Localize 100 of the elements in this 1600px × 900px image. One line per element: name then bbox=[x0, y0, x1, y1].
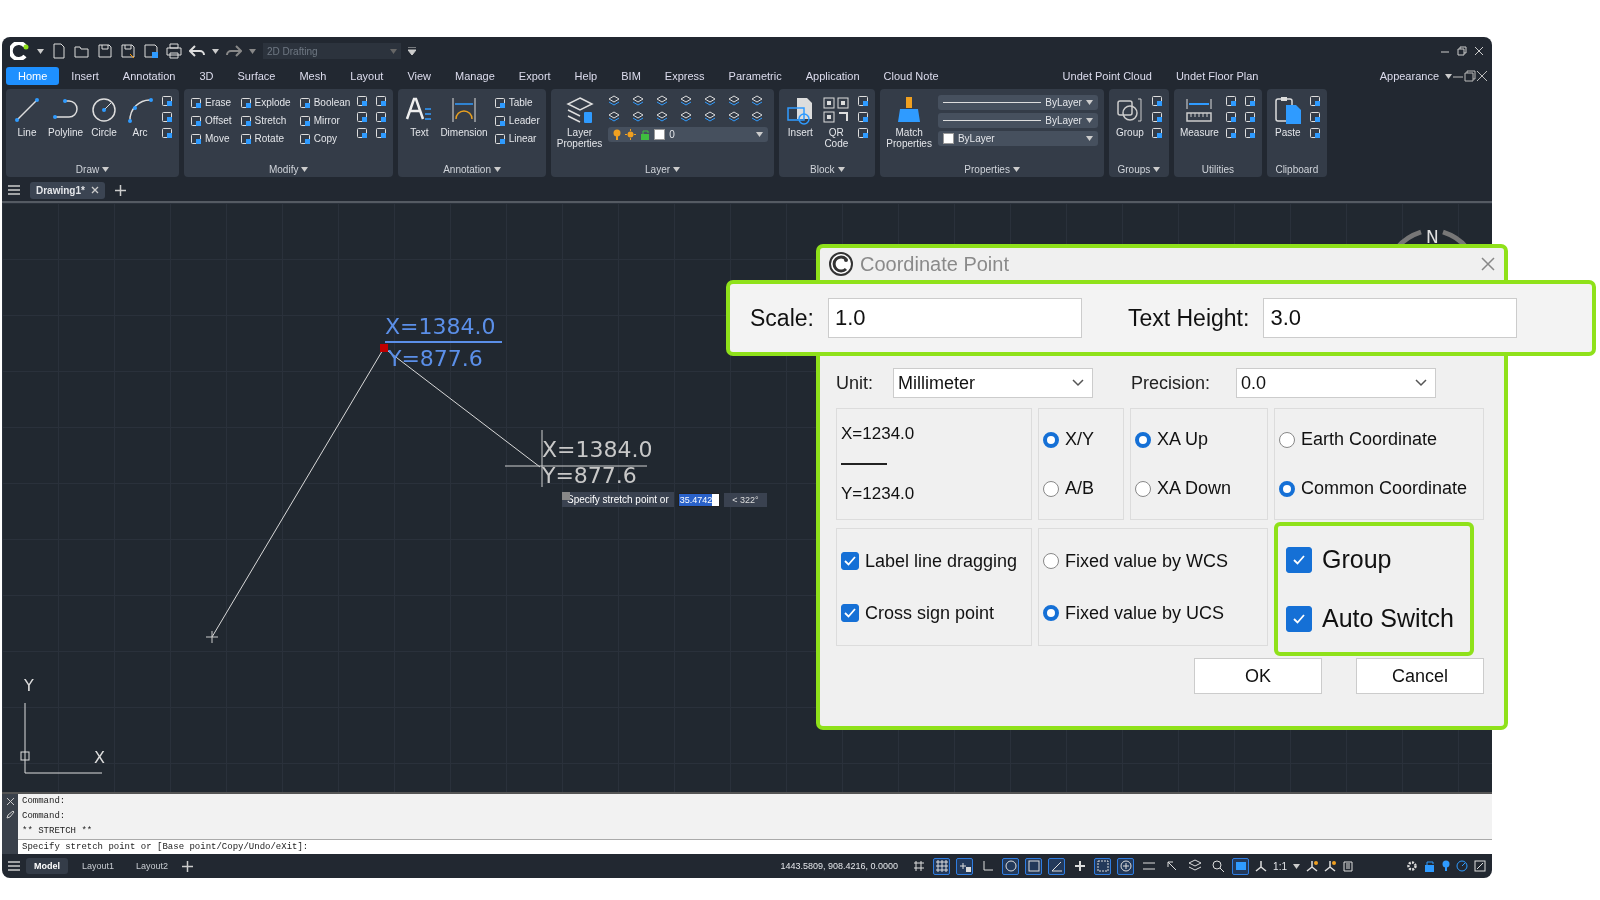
caret-icon[interactable] bbox=[1153, 166, 1161, 172]
tool-icon[interactable] bbox=[161, 95, 174, 107]
caret-icon[interactable] bbox=[837, 166, 845, 172]
radio-button[interactable] bbox=[1279, 431, 1295, 448]
caret-icon[interactable] bbox=[1293, 863, 1300, 869]
menu-tab[interactable]: Mesh bbox=[287, 67, 339, 85]
tool-icon[interactable] bbox=[375, 127, 388, 139]
save-icon[interactable] bbox=[97, 43, 113, 59]
tool-button[interactable]: Stretch bbox=[239, 113, 291, 128]
caret-icon[interactable] bbox=[756, 132, 764, 137]
restore-icon[interactable] bbox=[1464, 70, 1476, 82]
layers-icon[interactable] bbox=[632, 95, 645, 107]
radio-button[interactable] bbox=[1135, 480, 1151, 497]
tool-icon[interactable] bbox=[1150, 95, 1163, 107]
tool-button[interactable]: Boolean bbox=[298, 95, 351, 110]
tool-button[interactable]: QR Code bbox=[821, 95, 852, 149]
menu-tab[interactable]: Help bbox=[562, 67, 610, 85]
tool-button[interactable]: Circle bbox=[89, 95, 120, 138]
caret-icon[interactable] bbox=[212, 48, 219, 54]
caret-icon[interactable] bbox=[301, 166, 309, 172]
layers-icon[interactable] bbox=[703, 111, 716, 123]
tool-icon[interactable] bbox=[857, 111, 870, 123]
tool-icon[interactable] bbox=[1308, 127, 1321, 139]
tool-icon[interactable] bbox=[356, 111, 369, 123]
tool-button[interactable]: Group bbox=[1114, 95, 1145, 138]
dropdown[interactable]: Millimeter bbox=[893, 368, 1093, 398]
tool-button[interactable]: Layer Properties bbox=[556, 95, 603, 149]
text-field[interactable]: 3.0 bbox=[1263, 298, 1518, 338]
tool-icon[interactable] bbox=[356, 95, 369, 107]
menu-tab[interactable]: Undet Floor Plan bbox=[1163, 67, 1271, 85]
radio-option[interactable]: Fixed value by UCS bbox=[1043, 602, 1263, 624]
menu-tab[interactable]: Layout bbox=[338, 67, 396, 85]
tool-button[interactable]: Text bbox=[404, 95, 435, 138]
layers-icon[interactable] bbox=[656, 111, 669, 123]
folder-icon[interactable] bbox=[74, 43, 90, 59]
radio-option[interactable]: A/B bbox=[1043, 478, 1119, 499]
pencil-icon[interactable] bbox=[5, 810, 15, 819]
tool-icon[interactable] bbox=[1243, 95, 1256, 107]
menu-icon[interactable] bbox=[8, 861, 20, 871]
add-tab-icon[interactable] bbox=[182, 860, 194, 872]
menu-tab[interactable]: Cloud Note bbox=[871, 67, 951, 85]
annotation-scale[interactable]: 1:1 bbox=[1273, 860, 1287, 872]
tool-button[interactable]: Dimension bbox=[440, 95, 488, 138]
status-toggle[interactable] bbox=[1209, 857, 1227, 875]
caret-icon[interactable] bbox=[1012, 166, 1020, 172]
tool-button[interactable]: Linear bbox=[493, 131, 540, 146]
tool-button[interactable]: Line bbox=[12, 95, 42, 138]
menu-tab[interactable]: Annotation bbox=[110, 67, 188, 85]
layers-icon[interactable] bbox=[632, 111, 645, 123]
tool-button[interactable]: Erase bbox=[190, 95, 232, 110]
radio-button[interactable] bbox=[1135, 431, 1151, 448]
status-toggle[interactable] bbox=[1048, 857, 1066, 875]
caret-icon[interactable] bbox=[673, 166, 681, 172]
radio-button[interactable] bbox=[1043, 553, 1059, 569]
tool-icon[interactable] bbox=[375, 95, 388, 107]
radio-option[interactable]: XA Down bbox=[1135, 478, 1263, 499]
layers-icon[interactable] bbox=[679, 111, 692, 123]
checkbox-option[interactable]: Auto Switch bbox=[1286, 604, 1462, 633]
layers-icon[interactable] bbox=[656, 95, 669, 107]
tool-icon[interactable] bbox=[1243, 127, 1256, 139]
annotation-icon[interactable] bbox=[1255, 860, 1268, 872]
redo-icon[interactable] bbox=[226, 43, 242, 59]
menu-tab[interactable]: Surface bbox=[225, 67, 288, 85]
status-toggle[interactable] bbox=[956, 857, 974, 875]
status-toggle[interactable] bbox=[1117, 857, 1135, 875]
menu-tab[interactable]: Undet Point Cloud bbox=[1050, 67, 1164, 85]
tool-button[interactable]: Mirror bbox=[298, 113, 351, 128]
caret-icon[interactable] bbox=[37, 48, 44, 54]
add-tab-icon[interactable] bbox=[114, 184, 126, 196]
close-icon[interactable] bbox=[1476, 70, 1488, 82]
dialog-button[interactable]: Cancel bbox=[1356, 658, 1484, 694]
lock-icon[interactable] bbox=[1424, 860, 1436, 872]
tool-icon[interactable] bbox=[356, 127, 369, 139]
layers-icon[interactable] bbox=[608, 95, 621, 107]
dropdown[interactable]: ByLayer bbox=[937, 95, 1098, 110]
radio-button[interactable] bbox=[1043, 605, 1059, 621]
dialog-button[interactable]: OK bbox=[1194, 658, 1322, 694]
menu-tab[interactable]: Manage bbox=[443, 67, 507, 85]
status-toggle[interactable] bbox=[1232, 857, 1250, 875]
menu-tab[interactable]: Insert bbox=[59, 67, 111, 85]
close-icon[interactable] bbox=[90, 186, 99, 194]
caret-icon[interactable] bbox=[1085, 136, 1093, 141]
radio-option[interactable]: X/Y bbox=[1043, 429, 1119, 450]
layout-tab[interactable]: Layout1 bbox=[74, 858, 123, 874]
caret-icon[interactable] bbox=[1085, 118, 1093, 123]
bulb-icon[interactable] bbox=[1442, 860, 1450, 872]
tool-button[interactable]: Explode bbox=[239, 95, 291, 110]
distance-input[interactable]: 35.4742 bbox=[677, 492, 721, 507]
menu-tab[interactable]: Express bbox=[652, 67, 717, 85]
document-tab[interactable]: Drawing1* bbox=[30, 181, 105, 199]
annotation-icon[interactable] bbox=[1306, 860, 1318, 872]
menu-tab[interactable]: Parametric bbox=[716, 67, 794, 85]
tool-button[interactable]: Paste bbox=[1272, 95, 1303, 138]
menu-tab[interactable]: Application bbox=[793, 67, 872, 85]
checkbox-option[interactable]: Cross sign point bbox=[841, 602, 1027, 624]
tool-icon[interactable] bbox=[1224, 127, 1237, 139]
caret-icon[interactable] bbox=[249, 48, 256, 54]
tool-icon[interactable] bbox=[857, 127, 870, 139]
dropdown[interactable]: ByLayer bbox=[937, 131, 1098, 146]
tool-icon[interactable] bbox=[857, 95, 870, 107]
